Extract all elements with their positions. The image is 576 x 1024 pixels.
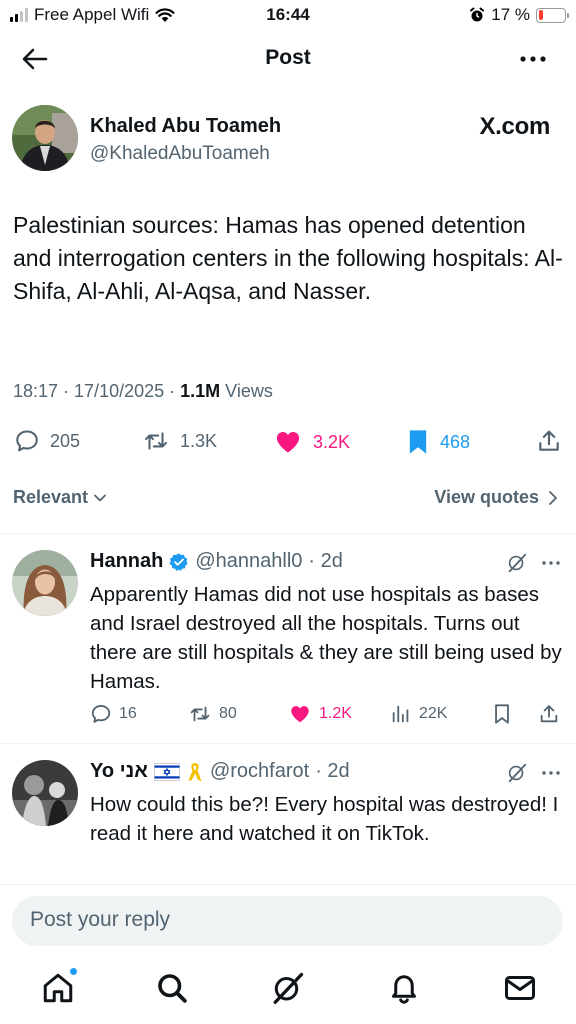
- reply-placeholder: Post your reply: [30, 908, 171, 931]
- bookmark-button[interactable]: 468: [406, 428, 470, 456]
- reply-text: How could this be?! Every hospital was d…: [90, 793, 559, 845]
- avatar[interactable]: [12, 105, 78, 171]
- reply-author-name[interactable]: Hannah: [90, 550, 163, 573]
- bell-icon: [392, 975, 416, 1004]
- views-label: Views: [220, 381, 273, 401]
- like-button[interactable]: 1.2K: [288, 703, 352, 725]
- chevron-down-icon: [94, 494, 106, 501]
- repost-button[interactable]: 80: [188, 703, 237, 725]
- divider: [0, 884, 576, 885]
- repost-icon: [190, 706, 210, 722]
- divider: [0, 743, 576, 744]
- author-handle[interactable]: @KhaledAbuToameh: [90, 143, 270, 165]
- view-quotes-link[interactable]: View quotes: [434, 487, 559, 508]
- author-name[interactable]: Khaled Abu Toameh: [90, 115, 281, 138]
- share-icon: [540, 705, 558, 723]
- bookmark-count: 468: [440, 431, 471, 452]
- tab-notifications[interactable]: [386, 970, 422, 1006]
- bookmark-button[interactable]: [492, 703, 512, 725]
- avatar[interactable]: [12, 760, 78, 826]
- page-title: Post: [265, 46, 311, 69]
- views-count: 1.1M: [180, 381, 221, 401]
- reply-item[interactable]: Hannah @hannahll0 · 2d Apparently Hamas …: [0, 550, 576, 730]
- like-count: 1.2K: [319, 705, 352, 722]
- yellow-ribbon-icon: [188, 762, 202, 781]
- reply-button[interactable]: 205: [14, 428, 80, 454]
- reply-count: 16: [119, 705, 137, 722]
- reply-button[interactable]: 16: [90, 703, 137, 725]
- tweet-text: Palestinian sources: Hamas has opened de…: [13, 212, 563, 304]
- views-button[interactable]: 22K: [390, 703, 447, 725]
- bookmark-icon: [409, 430, 427, 454]
- nav-header: Post: [0, 36, 576, 82]
- share-button[interactable]: [536, 428, 562, 454]
- battery-percent: 17 %: [491, 5, 530, 24]
- reply-top-icons: [506, 552, 562, 574]
- replies-filter: Relevant View quotes: [13, 487, 559, 513]
- like-button[interactable]: 3.2K: [273, 428, 350, 456]
- battery-icon: [536, 7, 569, 23]
- reply-item[interactable]: Yo אני @rochfarot · 2d How could this be…: [0, 760, 576, 884]
- grok-icon[interactable]: [506, 552, 528, 574]
- grok-icon[interactable]: [506, 762, 528, 784]
- bottom-tab-bar: [0, 960, 576, 1024]
- more-dots-icon[interactable]: [540, 762, 562, 784]
- grok-icon: [273, 972, 304, 1004]
- reply-header: Yo אני @rochfarot · 2d: [90, 760, 350, 783]
- reply-actions: 16 80 1.2K 22K: [90, 703, 566, 727]
- view-quotes-label: View quotes: [434, 487, 539, 507]
- more-dots-icon[interactable]: [518, 48, 548, 70]
- repost-button[interactable]: 1.3K: [142, 428, 217, 454]
- repost-icon: [145, 432, 167, 450]
- reply-author-handle[interactable]: @rochfarot: [210, 760, 309, 783]
- sort-label: Relevant: [13, 487, 89, 507]
- tweet-actions: 205 1.3K 3.2K 468: [0, 420, 576, 462]
- avatar[interactable]: [12, 550, 78, 616]
- tweet-meta: 18:17 · 17/10/2025 · 1.1M Views: [13, 381, 273, 402]
- divider: [0, 533, 576, 534]
- search-icon: [158, 974, 187, 1003]
- notification-dot: [69, 967, 78, 976]
- reply-count: 205: [50, 430, 81, 451]
- reply-author-name[interactable]: Yo אני: [90, 760, 148, 783]
- views-count: 22K: [419, 705, 448, 722]
- reply-text: Apparently Hamas did not use hospitals a…: [90, 583, 562, 693]
- heart-icon: [291, 706, 309, 723]
- reply-time: · 2d: [315, 760, 350, 782]
- chevron-right-icon: [549, 490, 557, 505]
- verified-badge-icon: [169, 552, 189, 571]
- reply-input[interactable]: Post your reply: [12, 896, 563, 946]
- tab-search[interactable]: [154, 970, 190, 1006]
- reply-top-icons: [506, 762, 562, 784]
- israel-flag-icon: [153, 762, 180, 781]
- like-count: 3.2K: [313, 431, 351, 452]
- bookmark-icon: [495, 704, 509, 724]
- mail-icon: [505, 976, 535, 1000]
- comment-icon: [16, 430, 38, 452]
- comment-icon: [91, 705, 111, 723]
- reply-time: · 2d: [308, 550, 343, 572]
- repost-count: 1.3K: [180, 430, 218, 451]
- tab-home[interactable]: [40, 967, 78, 1006]
- views-chart-icon: [392, 705, 409, 723]
- tweet-timestamp: 18:17 · 17/10/2025 ·: [13, 381, 181, 401]
- reply-header: Hannah @hannahll0 · 2d: [90, 550, 343, 573]
- share-button[interactable]: [538, 703, 560, 725]
- tab-grok[interactable]: [270, 970, 306, 1006]
- sort-dropdown[interactable]: Relevant: [13, 487, 108, 508]
- tab-messages[interactable]: [502, 970, 538, 1006]
- more-dots-icon[interactable]: [540, 552, 562, 574]
- source-label: X.com: [479, 113, 550, 140]
- status-bar: Free Appel Wifi 16:44 17 %: [0, 0, 576, 32]
- share-icon: [539, 430, 559, 451]
- reply-author-handle[interactable]: @hannahll0: [195, 550, 302, 573]
- repost-count: 80: [219, 705, 237, 722]
- tweet-author: Khaled Abu Toameh @KhaledAbuToameh X.com: [12, 105, 564, 175]
- status-right: 17 %: [469, 5, 569, 25]
- alarm-icon: [470, 7, 485, 22]
- heart-icon: [276, 431, 300, 453]
